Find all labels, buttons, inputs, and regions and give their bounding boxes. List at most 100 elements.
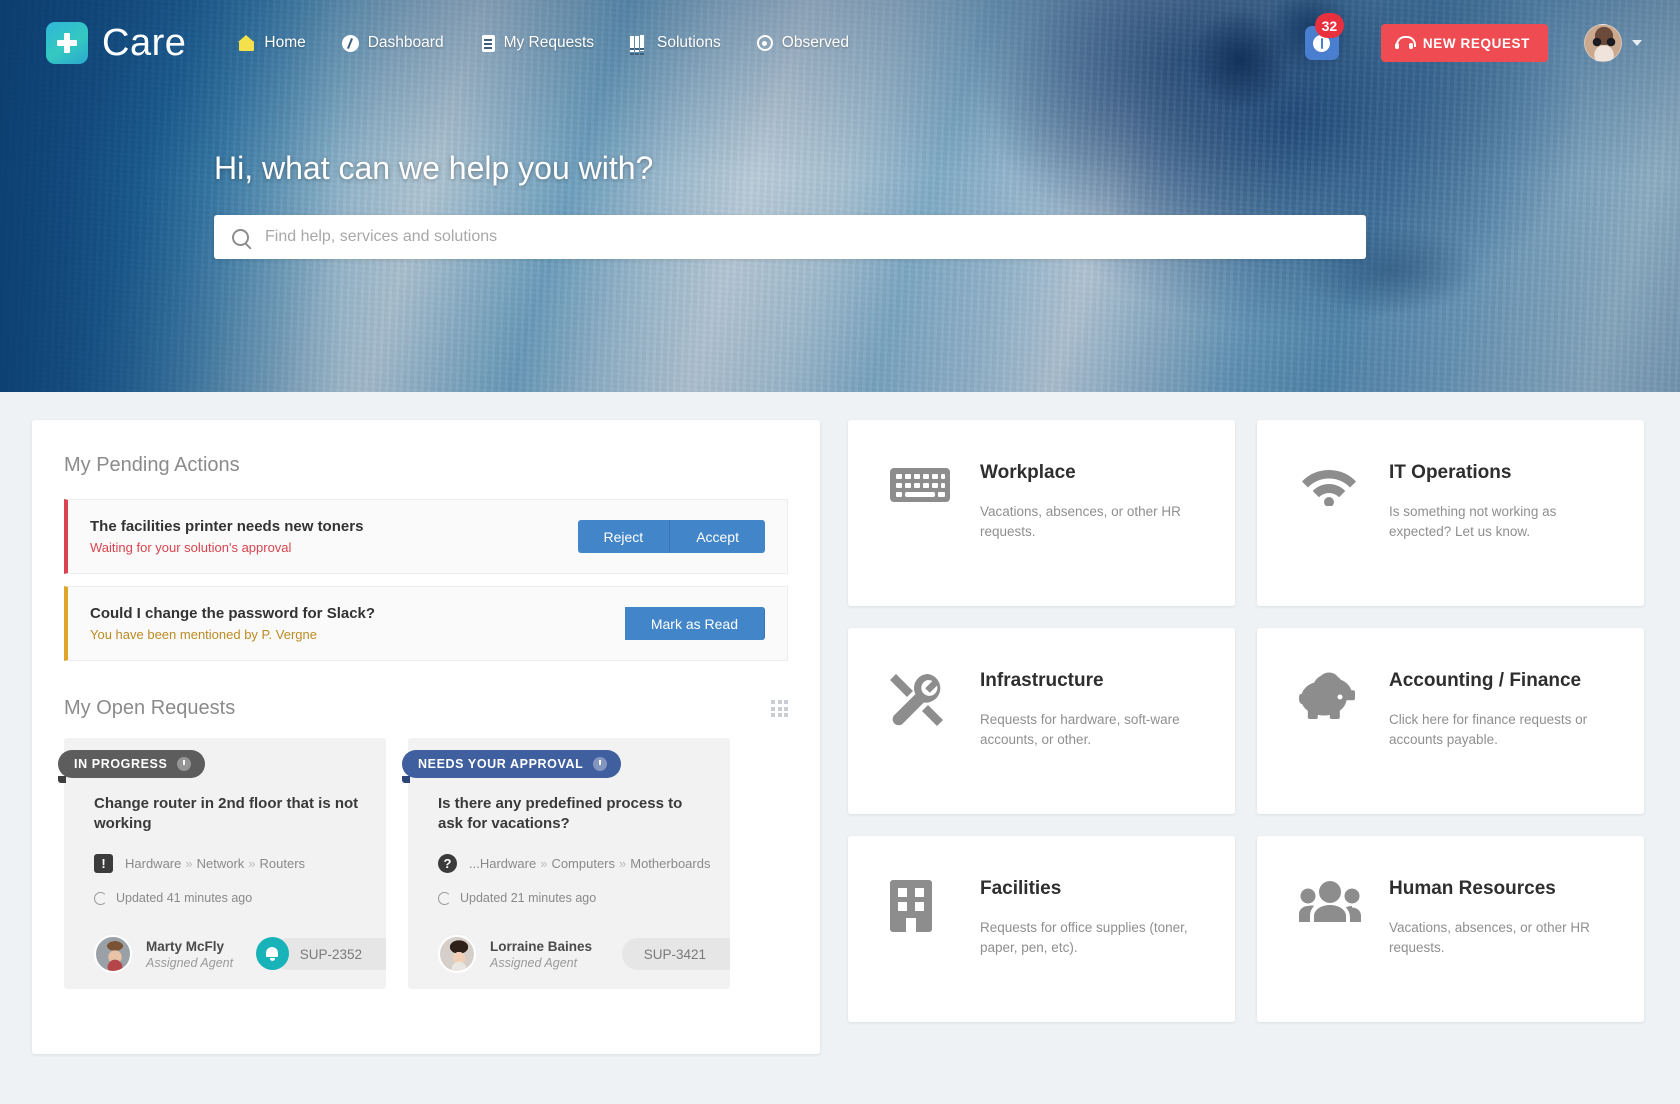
reject-button[interactable]: Reject bbox=[577, 520, 671, 553]
agent-info: Marty McFly Assigned Agent bbox=[146, 939, 233, 970]
path-segment: Computers bbox=[551, 856, 616, 871]
category-tile-human-resources[interactable]: Human Resources Vacations, absences, or … bbox=[1257, 836, 1644, 1022]
hero-content: Hi, what can we help you with? bbox=[214, 150, 1366, 259]
request-path-text: Hardware» Network» Routers bbox=[125, 856, 306, 871]
request-updated-text: Updated 41 minutes ago bbox=[116, 891, 253, 905]
category-title: Workplace bbox=[980, 462, 1076, 483]
pending-action-text: Could I change the password for Slack? Y… bbox=[90, 605, 375, 642]
status-badge-label: NEEDS YOUR APPROVAL bbox=[418, 757, 584, 771]
status-badge-label: IN PROGRESS bbox=[74, 757, 168, 771]
refresh-icon bbox=[438, 891, 451, 905]
category-tile-workplace[interactable]: Workplace Vacations, absences, or other … bbox=[848, 420, 1235, 606]
pending-action-title: Could I change the password for Slack? bbox=[90, 605, 376, 622]
pending-action-subtitle: Waiting for your solution's approval bbox=[90, 540, 292, 555]
category-tile-infrastructure[interactable]: Infrastructure Requests for hardware, so… bbox=[848, 628, 1235, 814]
user-menu[interactable] bbox=[1584, 24, 1642, 62]
pending-action-text: The facilities printer needs new toners … bbox=[90, 518, 363, 555]
keyboard-icon bbox=[890, 464, 950, 506]
ticket-id: SUP-3421 bbox=[643, 946, 706, 962]
agent-name: Marty McFly bbox=[146, 938, 225, 954]
category-text: Workplace Vacations, absences, or other … bbox=[980, 462, 1205, 541]
pending-action-buttons: Reject Accept bbox=[577, 520, 765, 553]
category-text: Accounting / Finance Click here for fina… bbox=[1389, 670, 1614, 749]
document-icon bbox=[481, 34, 495, 52]
request-path-text: ...Hardware» Computers» Motherboards bbox=[469, 856, 711, 871]
request-card-footer: Marty McFly Assigned Agent SUP-2352 bbox=[64, 923, 386, 989]
agent-role: Assigned Agent bbox=[490, 955, 578, 970]
dashboard-icon bbox=[341, 34, 359, 52]
books-icon bbox=[630, 35, 648, 52]
piggy-bank-icon bbox=[1299, 672, 1359, 720]
request-category-path: ? ...Hardware» Computers» Motherboards bbox=[438, 854, 710, 873]
search-input[interactable] bbox=[265, 228, 1348, 246]
agent-info: Lorraine Baines Assigned Agent bbox=[490, 939, 592, 970]
avatar bbox=[1584, 24, 1622, 62]
path-segment: ...Hardware bbox=[469, 856, 537, 871]
ticket-chip[interactable]: SUP-3421 bbox=[621, 938, 730, 970]
nav-right-actions: 32 NEW REQUEST bbox=[1304, 13, 1642, 62]
mark-as-read-button[interactable]: Mark as Read bbox=[624, 607, 765, 640]
accept-button[interactable]: Accept bbox=[670, 520, 765, 553]
left-panel: My Pending Actions The facilities printe… bbox=[32, 420, 820, 1054]
grid-view-icon[interactable] bbox=[771, 700, 788, 717]
new-request-label: NEW REQUEST bbox=[1422, 35, 1530, 51]
nav-item-label: Home bbox=[264, 34, 306, 51]
category-tile-accounting-finance[interactable]: Accounting / Finance Click here for fina… bbox=[1257, 628, 1644, 814]
notifications[interactable]: 32 bbox=[1304, 13, 1344, 60]
path-segment: Motherboards bbox=[630, 856, 711, 871]
open-requests-cards: IN PROGRESS Change router in 2nd floor t… bbox=[58, 738, 788, 989]
category-text: IT Operations Is something not working a… bbox=[1389, 462, 1614, 541]
chevron-down-icon bbox=[1632, 40, 1642, 46]
category-text: Facilities Requests for office supplies … bbox=[980, 878, 1205, 957]
pending-action-row[interactable]: Could I change the password for Slack? Y… bbox=[64, 586, 788, 661]
request-updated: Updated 21 minutes ago bbox=[438, 891, 704, 905]
ticket-id: SUP-2352 bbox=[299, 946, 362, 962]
building-icon bbox=[890, 880, 950, 932]
category-description: Click here for finance requests or accou… bbox=[1389, 712, 1588, 747]
new-request-button[interactable]: NEW REQUEST bbox=[1380, 24, 1548, 62]
open-requests-heading: My Open Requests bbox=[64, 697, 236, 719]
category-description: Vacations, absences, or other HR request… bbox=[1389, 920, 1590, 955]
ticket-chip[interactable]: SUP-2352 bbox=[255, 937, 386, 970]
search-icon bbox=[232, 228, 249, 246]
eye-icon bbox=[756, 35, 773, 51]
wifi-icon bbox=[1299, 464, 1359, 506]
brand-name: Care bbox=[102, 21, 187, 64]
category-tile-facilities[interactable]: Facilities Requests for office supplies … bbox=[848, 836, 1235, 1022]
category-tile-it-operations[interactable]: IT Operations Is something not working a… bbox=[1257, 420, 1644, 606]
category-title: IT Operations bbox=[1389, 462, 1512, 483]
request-title: Is there any predefined process to ask f… bbox=[438, 795, 683, 833]
category-title: Infrastructure bbox=[980, 670, 1104, 691]
agent-role: Assigned Agent bbox=[146, 955, 234, 970]
request-card[interactable]: NEEDS YOUR APPROVAL Is there any predefi… bbox=[402, 738, 730, 989]
category-description: Requests for office supplies (toner, pap… bbox=[980, 920, 1188, 955]
nav-item-solutions[interactable]: Solutions bbox=[630, 34, 721, 52]
category-text: Human Resources Vacations, absences, or … bbox=[1389, 878, 1614, 957]
top-navigation-bar: Care Home Dashboard My Requests Solution… bbox=[0, 0, 1680, 86]
pending-action-title: The facilities printer needs new toners bbox=[90, 518, 364, 535]
nav-item-my-requests[interactable]: My Requests bbox=[480, 34, 594, 52]
nav-item-home[interactable]: Home bbox=[238, 34, 306, 52]
category-title: Accounting / Finance bbox=[1389, 670, 1582, 691]
question-icon: ? bbox=[438, 854, 457, 873]
pending-action-row[interactable]: The facilities printer needs new toners … bbox=[64, 499, 788, 574]
nav-item-dashboard[interactable]: Dashboard bbox=[341, 34, 444, 52]
request-updated: Updated 41 minutes ago bbox=[94, 891, 360, 905]
status-badge: IN PROGRESS bbox=[58, 750, 206, 783]
hero-banner: Care Home Dashboard My Requests Solution… bbox=[0, 0, 1680, 392]
nav-item-label: My Requests bbox=[503, 34, 595, 51]
brand-logo[interactable]: Care bbox=[46, 22, 186, 65]
main-content: My Pending Actions The facilities printe… bbox=[0, 392, 1680, 1104]
category-title: Facilities bbox=[980, 878, 1062, 899]
pending-action-buttons: Mark as Read bbox=[624, 607, 765, 640]
service-categories-grid: Workplace Vacations, absences, or other … bbox=[848, 420, 1644, 1104]
nav-item-observed[interactable]: Observed bbox=[756, 34, 849, 52]
medical-cross-icon bbox=[46, 22, 88, 64]
headset-icon bbox=[1394, 34, 1416, 52]
search-box[interactable] bbox=[214, 215, 1366, 259]
request-category-path: ! Hardware» Network» Routers bbox=[94, 854, 360, 873]
request-card[interactable]: IN PROGRESS Change router in 2nd floor t… bbox=[58, 738, 386, 989]
category-text: Infrastructure Requests for hardware, so… bbox=[980, 670, 1205, 749]
category-description: Vacations, absences, or other HR request… bbox=[980, 504, 1181, 539]
status-badge: NEEDS YOUR APPROVAL bbox=[402, 750, 622, 783]
